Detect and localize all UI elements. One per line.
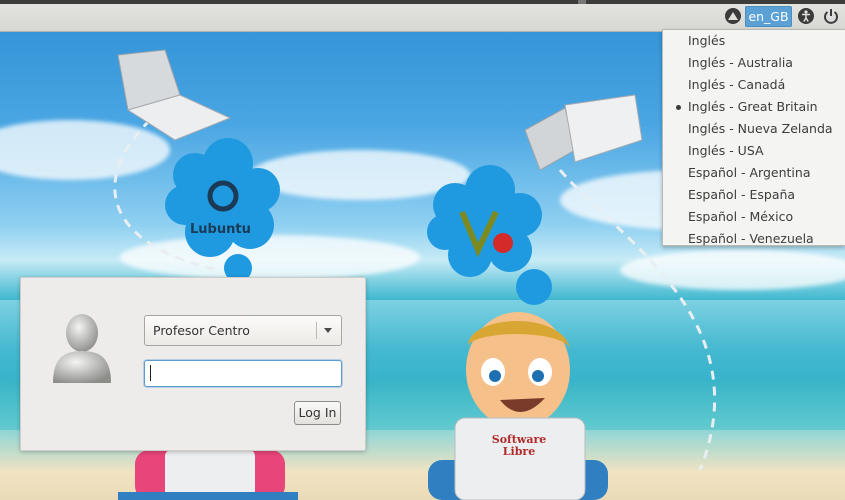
- language-indicator[interactable]: en_GB: [745, 6, 792, 27]
- text-caret: [150, 365, 151, 381]
- top-panel: en_GB: [0, 0, 845, 32]
- mascot-character: [428, 312, 608, 500]
- language-item[interactable]: Español - México: [663, 206, 845, 228]
- language-item[interactable]: Español - Argentina: [663, 162, 845, 184]
- radio-bullet-icon: [676, 105, 681, 110]
- language-item[interactable]: Inglés - USA: [663, 140, 845, 162]
- language-item[interactable]: Inglés - Australia: [663, 52, 845, 74]
- password-field[interactable]: [144, 360, 342, 387]
- language-item[interactable]: Inglés: [663, 30, 845, 52]
- laptop-left-icon: [117, 49, 232, 141]
- accessibility-icon[interactable]: [797, 7, 815, 25]
- mascot-character-left: [118, 450, 298, 500]
- shirt-logo-text: Software Libre: [491, 433, 547, 458]
- language-item-selected[interactable]: Inglés - Great Britain: [663, 96, 845, 118]
- network-icon[interactable]: [724, 7, 742, 25]
- login-dialog: Profesor Centro Log In: [20, 277, 366, 451]
- venezuela-cloud-logo: [427, 165, 552, 305]
- language-item[interactable]: Español - España: [663, 184, 845, 206]
- laptop-right-icon: [524, 94, 643, 171]
- language-menu: Inglés Inglés - Australia Inglés - Canad…: [662, 29, 845, 246]
- language-item[interactable]: Inglés - Nueva Zelanda: [663, 118, 845, 140]
- language-item[interactable]: Inglés - Canadá: [663, 74, 845, 96]
- lubuntu-logo-text: Lubuntu: [190, 222, 251, 237]
- user-select[interactable]: Profesor Centro: [144, 315, 342, 346]
- power-icon[interactable]: [822, 7, 840, 25]
- user-avatar-icon: [51, 311, 113, 385]
- login-button[interactable]: Log In: [294, 401, 341, 425]
- chevron-down-icon: [324, 328, 332, 333]
- language-item[interactable]: Español - Venezuela: [663, 228, 845, 250]
- user-select-value: Profesor Centro: [153, 323, 250, 338]
